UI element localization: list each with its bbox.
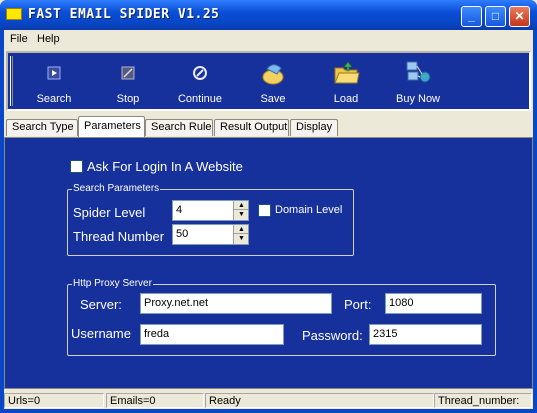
tab-display[interactable]: Display [290,119,338,136]
server-label: Server: [80,297,122,312]
thread-number-stepper[interactable]: 50 ▲ ▼ [172,224,249,245]
load-folder-icon [334,61,360,84]
proxy-server-title: Http Proxy Server [72,278,153,289]
minimize-button[interactable]: _ [461,6,482,27]
close-icon: ✕ [514,9,525,23]
status-urls: Urls=0 [4,393,104,408]
parameters-panel: Ask For Login In A Website Search Parame… [4,137,533,389]
close-button[interactable]: ✕ [509,6,530,27]
port-label: Port: [344,297,372,312]
continue-label: Continue [177,93,223,105]
app-icon [6,8,22,20]
search-parameters-group: Search Parameters Spider Level 4 ▲ ▼ Dom… [67,183,354,256]
load-label: Load [333,93,359,105]
search-parameters-title: Search Parameters [72,183,161,194]
tab-strip: Search Type Parameters Search Rule Resul… [4,116,533,138]
status-emails: Emails=0 [106,393,204,408]
minimize-icon: _ [468,9,475,23]
save-button[interactable]: Save [243,57,303,109]
stop-icon [121,66,135,80]
maximize-icon: □ [491,9,500,23]
save-icon [262,64,284,85]
spin-down-icon[interactable]: ▼ [234,210,249,219]
ask-login-label: Ask For Login In A Website [87,159,243,174]
search-label: Search [36,93,72,105]
status-state: Ready [205,393,434,408]
continue-button[interactable]: Continue [170,57,230,109]
ask-login-checkbox[interactable] [70,160,83,173]
menu-file[interactable]: File [10,33,28,45]
buy-now-button[interactable]: Buy Now [388,57,448,109]
spider-level-stepper[interactable]: 4 ▲ ▼ [172,200,249,221]
username-label: Username [71,326,131,341]
domain-level-checkbox[interactable] [258,204,271,217]
app-window: FAST EMAIL SPIDER V1.25 _ □ ✕ File Help … [0,0,537,413]
continue-icon [193,66,207,80]
save-label: Save [260,93,286,105]
tab-search-rule[interactable]: Search Rule [145,119,213,136]
menu-bar: File Help [4,30,533,49]
tab-result-output[interactable]: Result Output [214,119,289,136]
status-bar: Urls=0 Emails=0 Ready Thread_number: [4,391,533,409]
window-title: FAST EMAIL SPIDER V1.25 [28,7,220,22]
thread-number-value: 50 [176,228,189,240]
domain-level-label: Domain Level [275,204,343,216]
client-area: File Help Search Stop Continue Save Load… [4,30,533,409]
server-input[interactable]: Proxy.net.net [140,293,332,314]
search-button[interactable]: Search [24,57,84,109]
spider-level-value: 4 [176,204,183,216]
tab-search-type[interactable]: Search Type [6,119,78,136]
proxy-server-group: Http Proxy Server Server: Proxy.net.net … [67,278,496,356]
username-input[interactable]: freda [140,324,284,345]
buy-now-network-icon [406,61,431,83]
spin-up-icon[interactable]: ▲ [234,225,249,234]
spider-level-spin-buttons[interactable]: ▲ ▼ [233,201,249,220]
menu-help[interactable]: Help [37,33,60,45]
password-label: Password: [302,328,363,343]
load-button[interactable]: Load [316,57,376,109]
stop-button[interactable]: Stop [98,57,158,109]
thread-number-label: Thread Number [73,229,165,244]
title-bar[interactable]: FAST EMAIL SPIDER V1.25 _ □ ✕ [0,0,537,30]
thread-number-spin-buttons[interactable]: ▲ ▼ [233,225,249,244]
status-thread-number: Thread_number: [434,393,532,408]
spin-down-icon[interactable]: ▼ [234,234,249,243]
port-input[interactable]: 1080 [385,293,482,314]
spin-up-icon[interactable]: ▲ [234,201,249,210]
spider-level-label: Spider Level [73,205,146,220]
tab-parameters[interactable]: Parameters [78,116,145,137]
toolbar-grip[interactable] [10,56,13,106]
toolbar: Search Stop Continue Save Load Buy Now [6,51,531,111]
search-icon [47,66,61,80]
stop-label: Stop [116,93,140,105]
buy-now-label: Buy Now [395,93,441,105]
maximize-button[interactable]: □ [485,6,506,27]
password-input[interactable]: 2315 [369,324,482,345]
